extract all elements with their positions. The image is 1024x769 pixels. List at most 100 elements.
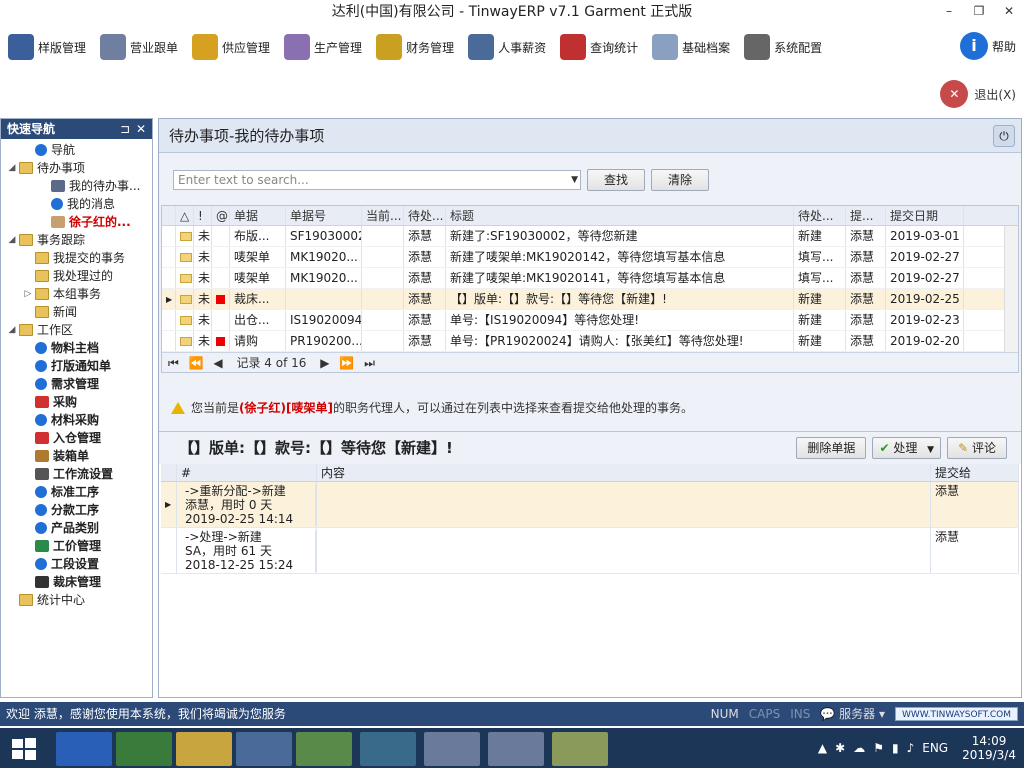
language-indicator[interactable]: ENG [922, 741, 948, 755]
delete-document-button[interactable]: 删除单据 [796, 437, 867, 459]
nav-item[interactable]: ▷ 本组事务 [1, 285, 152, 303]
nav-item[interactable]: 徐子红的... [1, 213, 152, 231]
nav-prev-page[interactable]: ⏪ [189, 356, 204, 370]
start-button[interactable] [4, 732, 44, 766]
search-input[interactable]: Enter text to search... ▼ [173, 170, 581, 190]
close-panel-icon[interactable]: ✕ [136, 119, 146, 139]
close-window-button[interactable]: ✕ [994, 0, 1024, 22]
server-menu[interactable]: 💬 服务器 ▾ [820, 702, 885, 726]
nav-item[interactable]: 新闻 [1, 303, 152, 321]
pin-icon[interactable]: ⊐ [120, 119, 130, 139]
nav-item[interactable]: 我的待办事... [1, 177, 152, 195]
menu-chart[interactable]: 查询统计 [560, 34, 638, 60]
column-header[interactable]: 单据 [230, 206, 286, 225]
history-row[interactable]: ->处理->新建 SA，用时 61 天 2018-12-25 15:24 添慧 [161, 528, 1019, 574]
battery-icon[interactable]: ▮ [892, 741, 899, 755]
nav-item[interactable]: 工价管理 [1, 537, 152, 555]
expand-toggle[interactable]: ◢ [7, 231, 17, 249]
table-row[interactable]: 未.唛架单MK19020...添慧新建了唛架单:MK19020141，等待您填写… [162, 268, 1018, 289]
table-row[interactable]: 未.请购PR190200...添慧单号:【PR19020024】请购人:【张美红… [162, 331, 1018, 352]
comment-button[interactable]: ✎ 评论 [947, 437, 1007, 459]
column-header[interactable]: 待处... [404, 206, 446, 225]
column-header[interactable]: @ [212, 206, 230, 225]
misc-taskbar-icon[interactable] [552, 732, 608, 766]
flag-icon[interactable]: ⚑ [873, 741, 884, 755]
nav-item[interactable]: 工作流设置 [1, 465, 152, 483]
calculator-taskbar-icon[interactable] [236, 732, 292, 766]
expand-toggle[interactable]: ◢ [7, 159, 17, 177]
ie-taskbar-icon[interactable] [56, 732, 112, 766]
minimize-button[interactable]: – [934, 0, 964, 22]
bluetooth-icon[interactable]: ✱ [835, 741, 845, 755]
nav-item[interactable]: ◢ 工作区 [1, 321, 152, 339]
nav-item[interactable]: 统计中心 [1, 591, 152, 609]
nav-item[interactable]: 导航 [1, 141, 152, 159]
nav-item[interactable]: ◢ 事务跟踪 [1, 231, 152, 249]
power-icon[interactable]: ⏻ [993, 125, 1015, 147]
erp-taskbar-icon-2[interactable] [488, 732, 544, 766]
table-row[interactable]: 未.出仓...IS19020094添慧单号:【IS19020094】等待您处理!… [162, 310, 1018, 331]
column-header[interactable]: 待处... [794, 206, 846, 225]
nav-item[interactable]: 我的消息 [1, 195, 152, 213]
menu-sales[interactable]: 营业跟单 [100, 34, 178, 60]
nav-last[interactable]: ⏭ [364, 356, 375, 370]
nav-item[interactable]: 物料主档 [1, 339, 152, 357]
nav-next[interactable]: ▶ [320, 356, 329, 370]
expand-toggle[interactable]: ▷ [23, 285, 33, 303]
menu-people[interactable]: 人事薪资 [468, 34, 546, 60]
table-row[interactable]: 未.布版...SF19030002添慧新建了:SF19030002，等待您新建新… [162, 226, 1018, 247]
nav-first[interactable]: ⏮ [168, 356, 179, 370]
chart-app-taskbar-icon[interactable] [296, 732, 352, 766]
nav-next-page[interactable]: ⏩ [339, 356, 354, 370]
menu-archive[interactable]: 基础档案 [652, 34, 730, 60]
nav-item[interactable]: 裁床管理 [1, 573, 152, 591]
column-header[interactable]: 当前... [362, 206, 404, 225]
erp-taskbar-icon-1[interactable] [424, 732, 480, 766]
search-button[interactable]: 查找 [587, 169, 646, 191]
nav-item[interactable]: 工段设置 [1, 555, 152, 573]
menu-tools[interactable]: 系统配置 [744, 34, 822, 60]
grid-scrollbar[interactable] [1004, 226, 1018, 354]
history-row[interactable]: ▶ ->重新分配->新建 添慧，用时 0 天 2019-02-25 14:14 添慧 [161, 482, 1019, 528]
search-dropdown-icon[interactable]: ▼ [571, 171, 578, 189]
column-header[interactable]: 提... [846, 206, 886, 225]
maximize-button[interactable]: ❐ [964, 0, 994, 22]
column-header[interactable]: 提交日期 [886, 206, 964, 225]
explorer-taskbar-icon[interactable] [176, 732, 232, 766]
process-button[interactable]: ✔ 处理 ▼ [872, 437, 942, 459]
column-header[interactable]: △ [176, 206, 194, 225]
nav-prev[interactable]: ◀ [213, 356, 222, 370]
remote-desktop-taskbar-icon[interactable] [360, 732, 416, 766]
nav-item[interactable]: 需求管理 [1, 375, 152, 393]
menu-finance[interactable]: 财务管理 [376, 34, 454, 60]
menu-truck[interactable]: 供应管理 [192, 34, 270, 60]
nav-item[interactable]: 材料采购 [1, 411, 152, 429]
network-icon[interactable]: ☁ [853, 741, 865, 755]
nav-item[interactable]: ◢ 待办事项 [1, 159, 152, 177]
expand-toggle[interactable]: ◢ [7, 321, 17, 339]
tray-up-icon[interactable]: ▲ [818, 741, 827, 755]
table-row[interactable]: ▶未.裁床...添慧【】版单:【】款号:【】等待您【新建】!新建添慧2019-0… [162, 289, 1018, 310]
chrome-taskbar-icon[interactable] [116, 732, 172, 766]
column-header[interactable]: ! [194, 206, 212, 225]
clock[interactable]: 14:09 2019/3/4 [962, 734, 1016, 762]
column-header[interactable]: 标题 [446, 206, 794, 225]
table-row[interactable]: 未.唛架单MK19020...添慧新建了唛架单:MK19020142，等待您填写… [162, 247, 1018, 268]
nav-item[interactable]: 入仓管理 [1, 429, 152, 447]
help-button[interactable]: i 帮助 [959, 32, 1016, 60]
clear-button[interactable]: 清除 [651, 169, 710, 191]
column-header[interactable]: 单据号 [286, 206, 362, 225]
nav-item[interactable]: 我处理过的 [1, 267, 152, 285]
volume-icon[interactable]: ♪ [907, 741, 915, 755]
chevron-down-icon[interactable]: ▼ [927, 445, 934, 455]
exit-button[interactable]: ✕ 退出(X) [940, 80, 1016, 108]
menu-sample[interactable]: 样版管理 [8, 34, 86, 60]
nav-item[interactable]: 采购 [1, 393, 152, 411]
menu-sewing[interactable]: 生产管理 [284, 34, 362, 60]
nav-item[interactable]: 分款工序 [1, 501, 152, 519]
nav-item[interactable]: 打版通知单 [1, 357, 152, 375]
nav-item[interactable]: 装箱单 [1, 447, 152, 465]
nav-item[interactable]: 标准工序 [1, 483, 152, 501]
nav-item[interactable]: 我提交的事务 [1, 249, 152, 267]
nav-item[interactable]: 产品类别 [1, 519, 152, 537]
